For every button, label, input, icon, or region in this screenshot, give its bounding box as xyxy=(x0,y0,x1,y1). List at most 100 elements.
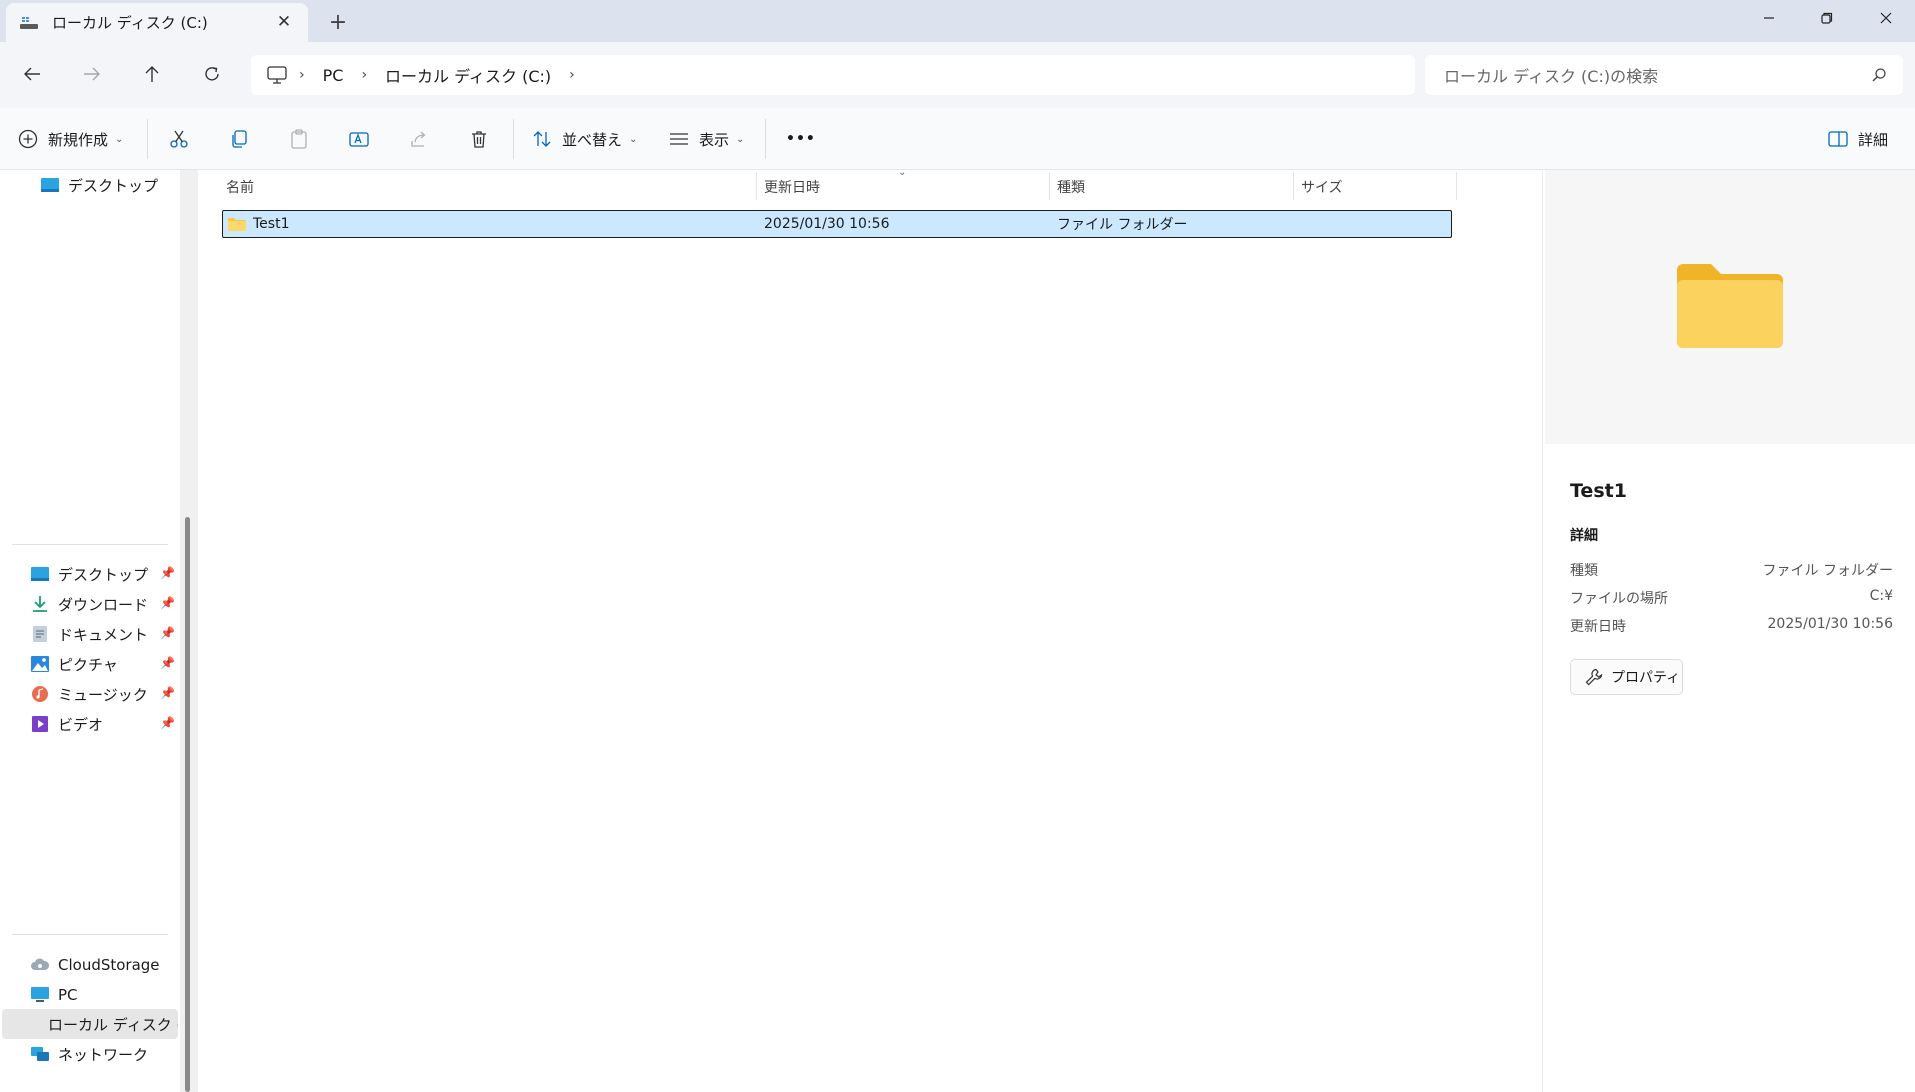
restore-icon xyxy=(1821,12,1833,24)
rename-button[interactable] xyxy=(341,122,377,156)
details-pane-button[interactable]: 詳細 xyxy=(1828,122,1888,156)
nav-item-videos[interactable]: ビデオ 📌 xyxy=(30,711,175,737)
details-label-modified: 更新日時 xyxy=(1570,619,1626,635)
details-label-type: 種類 xyxy=(1570,563,1598,579)
more-options-button[interactable]: ••• xyxy=(786,122,816,156)
nav-item-pc[interactable]: PC xyxy=(30,982,78,1008)
column-separator[interactable] xyxy=(1293,172,1294,200)
copy-button[interactable] xyxy=(221,122,257,156)
nav-item-label: ミュージック xyxy=(58,685,148,704)
column-header-name[interactable]: 名前 xyxy=(226,172,254,202)
minimize-button[interactable] xyxy=(1740,0,1798,36)
refresh-button[interactable] xyxy=(194,56,230,92)
column-header-modified[interactable]: 更新日時 xyxy=(764,172,820,202)
pin-icon[interactable]: 📌 xyxy=(160,596,175,610)
pin-icon[interactable]: 📌 xyxy=(160,716,175,730)
toolbar-divider xyxy=(513,119,514,159)
breadcrumb-pc[interactable]: PC xyxy=(323,66,344,85)
nav-divider xyxy=(12,544,168,545)
new-tab-button[interactable]: + xyxy=(326,10,350,35)
search-input[interactable]: ローカル ディスク (C:)の検索 xyxy=(1425,55,1903,95)
desktop-icon xyxy=(31,567,49,581)
properties-button[interactable]: プロパティ xyxy=(1570,659,1683,695)
tab-close-icon[interactable]: ✕ xyxy=(274,12,294,32)
delete-button[interactable] xyxy=(461,122,497,156)
monitor-icon xyxy=(267,66,287,84)
properties-label: プロパティ xyxy=(1611,670,1681,686)
row-name-cell[interactable]: Test1 xyxy=(227,214,289,234)
breadcrumb-chevron-icon[interactable]: › xyxy=(299,67,305,83)
address-row: › PC › ローカル ディスク (C:) › ローカル ディスク (C:)の検… xyxy=(0,42,1915,108)
pin-icon[interactable]: 📌 xyxy=(160,686,175,700)
restore-button[interactable] xyxy=(1798,0,1856,36)
document-icon xyxy=(33,626,47,642)
view-label: 表示 xyxy=(699,130,730,149)
nav-item-label: デスクトップ xyxy=(58,565,149,584)
nav-item-music[interactable]: ミュージック 📌 xyxy=(30,681,175,707)
nav-item-label: CloudStorage xyxy=(58,956,160,974)
details-section-heading: 詳細 xyxy=(1570,528,1598,544)
plus-circle-icon xyxy=(18,129,38,149)
column-separator[interactable] xyxy=(1456,172,1457,200)
file-list xyxy=(198,170,1542,1092)
nav-item-desktop-top[interactable]: デスクトップ xyxy=(40,172,158,198)
column-separator[interactable] xyxy=(1049,172,1050,200)
details-pane-icon xyxy=(1828,131,1848,147)
breadcrumb-chevron-icon[interactable]: › xyxy=(361,67,367,83)
folder-icon xyxy=(228,218,246,231)
arrow-up-icon xyxy=(145,66,159,82)
pictures-icon xyxy=(31,656,49,672)
nav-item-label: ビデオ xyxy=(58,715,104,734)
nav-item-documents[interactable]: ドキュメント 📌 xyxy=(30,621,175,647)
row-name: Test1 xyxy=(253,216,290,232)
breadcrumb-local-disk[interactable]: ローカル ディスク (C:) xyxy=(385,63,551,87)
nav-item-cloudstorage[interactable]: CloudStorage xyxy=(30,952,160,978)
details-label: 詳細 xyxy=(1858,130,1889,149)
nav-item-label: デスクトップ xyxy=(68,176,159,195)
sort-label: 並べ替え xyxy=(562,130,623,149)
details-value-location: C:¥ xyxy=(1869,588,1893,604)
download-icon xyxy=(33,596,47,612)
close-icon xyxy=(1880,12,1892,24)
preview-area xyxy=(1545,170,1915,444)
share-icon xyxy=(411,131,426,147)
back-button[interactable] xyxy=(14,56,50,92)
cut-button[interactable] xyxy=(161,122,197,156)
nav-item-downloads[interactable]: ダウンロード 📌 xyxy=(30,591,175,617)
pin-icon[interactable]: 📌 xyxy=(160,566,175,580)
pin-icon[interactable]: 📌 xyxy=(160,626,175,640)
details-label-location: ファイルの場所 xyxy=(1570,591,1668,607)
nav-scrollbar[interactable] xyxy=(185,517,190,1092)
title-bar: ローカル ディスク (C:) ✕ + xyxy=(0,0,1915,42)
column-separator[interactable] xyxy=(756,172,757,200)
column-header-size[interactable]: サイズ xyxy=(1301,172,1343,202)
tab-local-disk[interactable]: ローカル ディスク (C:) ✕ xyxy=(6,3,308,42)
video-icon xyxy=(32,716,48,732)
breadcrumb-chevron-icon[interactable]: › xyxy=(569,67,575,83)
nav-divider xyxy=(12,934,168,935)
chevron-down-icon: ⌄ xyxy=(115,133,124,145)
pin-icon[interactable]: 📌 xyxy=(160,656,175,670)
up-button[interactable] xyxy=(134,56,170,92)
tab-label: ローカル ディスク (C:) xyxy=(52,14,208,32)
clipboard-icon xyxy=(291,129,307,149)
view-button[interactable]: 表示 ⌄ xyxy=(669,122,744,156)
paste-button[interactable] xyxy=(281,122,317,156)
nav-item-local-disk[interactable]: ローカル ディスク (C: xyxy=(40,1011,178,1037)
address-bar[interactable]: › PC › ローカル ディスク (C:) › xyxy=(251,55,1415,95)
details-value-type: ファイル フォルダー xyxy=(1762,563,1893,579)
column-header-type[interactable]: 種類 xyxy=(1057,172,1085,202)
scissors-icon xyxy=(170,130,188,148)
share-button[interactable] xyxy=(401,122,437,156)
nav-item-pictures[interactable]: ピクチャ 📌 xyxy=(30,651,175,677)
nav-item-network[interactable]: ネットワーク xyxy=(30,1041,148,1067)
nav-item-desktop[interactable]: デスクトップ 📌 xyxy=(30,561,175,587)
arrow-right-icon xyxy=(84,67,100,81)
forward-button[interactable] xyxy=(74,56,110,92)
sort-button[interactable]: 並べ替え ⌄ xyxy=(532,122,637,156)
network-icon xyxy=(31,1047,49,1061)
close-window-button[interactable] xyxy=(1857,0,1915,36)
new-button[interactable]: 新規作成 ⌄ xyxy=(18,122,123,156)
list-view-icon xyxy=(670,133,688,145)
minimize-icon xyxy=(1764,17,1774,19)
